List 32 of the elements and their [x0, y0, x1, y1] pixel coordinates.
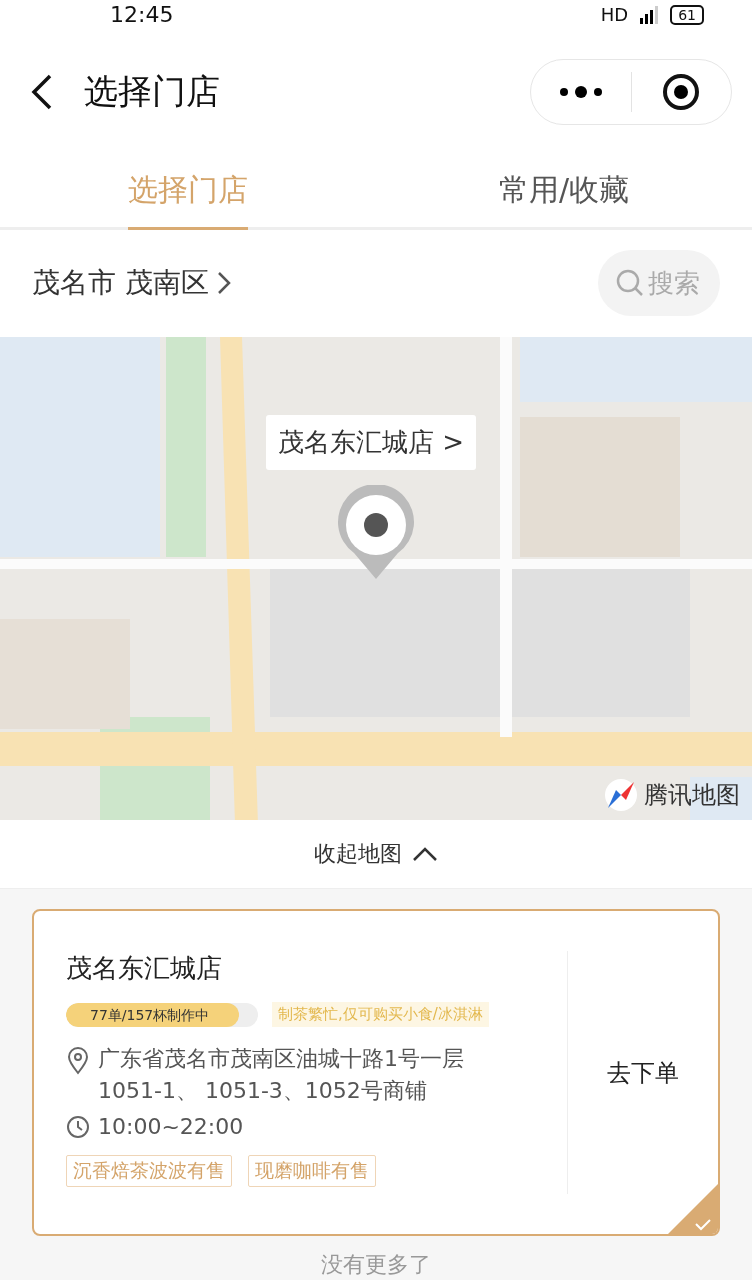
collapse-map-button[interactable]: 收起地图	[0, 819, 752, 889]
battery-indicator: 61	[670, 4, 704, 25]
store-callout[interactable]: 茂名东汇城店 >	[266, 414, 477, 470]
signal-icon	[638, 5, 661, 24]
order-button[interactable]: 去下单	[568, 911, 718, 1234]
store-card[interactable]: 茂名东汇城店 77单/157杯制作中 制茶繁忙,仅可购买小食/冰淇淋 广东省茂名市茂南区油城十路1号一层 1051-1、 1051-3、1052号商铺 10:00~22:00 沉香焙茶波波有售 现磨咖啡有售 去下单	[32, 909, 720, 1236]
page-title: 选择门店	[84, 69, 221, 113]
target-icon	[662, 72, 701, 111]
store-name: 茂名东汇城店	[66, 952, 223, 985]
compass-icon	[604, 777, 638, 812]
product-tag: 沉香焙茶波波有售	[66, 1155, 232, 1187]
store-address: 广东省茂名市茂南区油城十路1号一层 1051-1、 1051-3、1052号商铺	[98, 1045, 464, 1105]
tab[interactable]: 常用/收藏	[376, 153, 752, 227]
busy-notice: 制茶繁忙,仅可购买小食/冰淇淋	[272, 1002, 489, 1027]
end-of-list-text: 没有更多了	[321, 1251, 431, 1279]
more-icon	[558, 84, 603, 99]
store-hours: 10:00~22:00	[98, 1113, 244, 1141]
map-attribution: 腾讯地图	[644, 779, 740, 811]
chevron-up-icon	[412, 845, 438, 862]
selected-check-icon	[668, 1184, 718, 1234]
map-pin-icon[interactable]	[336, 484, 416, 581]
product-tag: 现磨咖啡有售	[248, 1155, 376, 1187]
back-icon[interactable]	[30, 73, 54, 110]
city-selector[interactable]: 茂名市 茂南区	[32, 264, 231, 303]
search-field[interactable]: 搜索	[598, 250, 720, 317]
chevron-icon	[216, 271, 231, 296]
progress-label: 77单/157杯制作中	[90, 1005, 210, 1025]
clock-icon	[66, 1115, 90, 1139]
network-label: HD	[600, 4, 629, 26]
status-time: 12:45	[110, 2, 174, 28]
search-icon	[616, 269, 644, 298]
location-pin-icon	[66, 1047, 90, 1075]
